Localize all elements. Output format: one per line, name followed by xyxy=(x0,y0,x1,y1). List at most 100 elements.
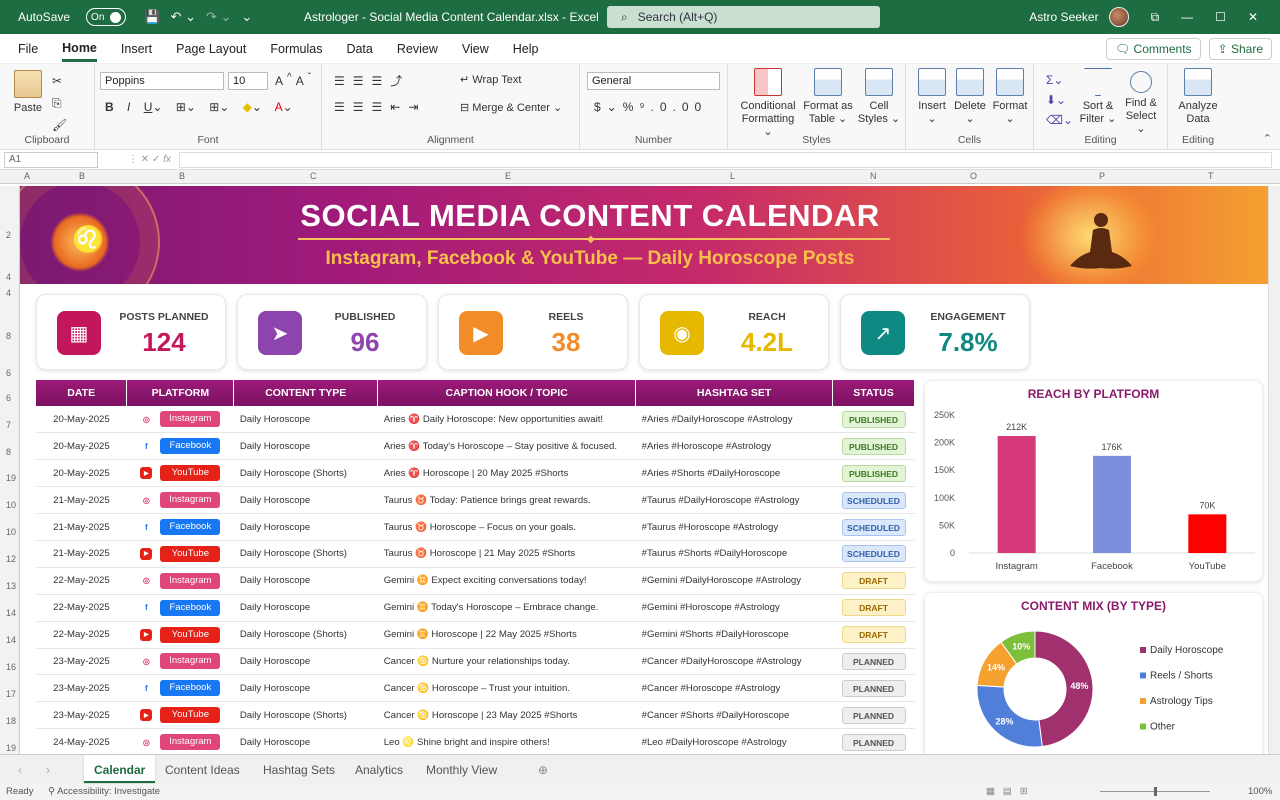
date-cell[interactable]: 21-May-2025 xyxy=(36,486,127,515)
hashtag-cell[interactable]: #Gemini #Shorts #DailyHoroscope xyxy=(635,621,833,649)
col-header[interactable]: P xyxy=(1099,171,1105,181)
sort-filter-button[interactable]: Sort & Filter ⌄ xyxy=(1078,68,1118,126)
row-header[interactable]: 6 xyxy=(6,393,11,403)
caption-cell[interactable]: Leo ♌ Shine bright and inspire others! xyxy=(377,728,636,754)
row-header[interactable]: 19 xyxy=(6,473,16,483)
collapse-ribbon-icon[interactable]: ⌃ xyxy=(1263,132,1272,145)
content-type-cell[interactable]: Daily Horoscope (Shorts) xyxy=(233,701,378,730)
date-cell[interactable]: 21-May-2025 xyxy=(36,513,127,541)
date-cell[interactable]: 24-May-2025 xyxy=(36,728,127,754)
table-row[interactable]: 21-May-2025 ▶ YouTube Daily Horoscope (Shor… xyxy=(36,540,915,568)
cell-styles-button[interactable]: Cell Styles ⌄ xyxy=(856,68,902,126)
vertical-scrollbar[interactable] xyxy=(1268,186,1280,754)
view-mode-icons[interactable]: ▦ ▤ ⊞ xyxy=(986,786,1028,797)
status-cell[interactable]: PLANNED xyxy=(832,674,915,703)
status-cell[interactable]: PLANNED xyxy=(832,728,915,754)
platform-cell[interactable]: ▶ YouTube xyxy=(126,459,234,488)
cut-icon[interactable]: ✂ xyxy=(52,74,62,88)
content-type-cell[interactable]: Daily Horoscope xyxy=(233,406,378,434)
tab-home[interactable]: Home xyxy=(62,41,97,62)
date-cell[interactable]: 22-May-2025 xyxy=(36,621,127,649)
row-header[interactable]: 19 xyxy=(6,743,16,753)
header-caption[interactable]: CAPTION HOOK / TOPIC xyxy=(377,380,637,406)
format-as-table-button[interactable]: Format as Table ⌄ xyxy=(800,68,856,126)
content-type-cell[interactable]: Daily Horoscope xyxy=(233,594,378,622)
merge-center-button[interactable]: ⊟ Merge & Center ⌄ xyxy=(460,102,562,115)
table-row[interactable]: 22-May-2025 ▶ YouTube Daily Horoscope (Shor… xyxy=(36,621,915,649)
content-type-cell[interactable]: Daily Horoscope xyxy=(233,432,378,461)
col-header[interactable]: T xyxy=(1208,171,1214,181)
tab-help[interactable]: Help xyxy=(513,42,539,56)
status-cell[interactable]: DRAFT xyxy=(832,567,915,595)
vertical-align-buttons[interactable]: ☰☰☰⤴ xyxy=(334,72,410,89)
date-cell[interactable]: 22-May-2025 xyxy=(36,567,127,595)
row-header[interactable]: 13 xyxy=(6,581,16,591)
date-cell[interactable]: 23-May-2025 xyxy=(36,674,127,703)
date-cell[interactable]: 20-May-2025 xyxy=(36,406,127,434)
tab-page-layout[interactable]: Page Layout xyxy=(176,42,246,56)
caption-cell[interactable]: Cancer ♋ Horoscope – Trust your intuitio… xyxy=(377,674,636,703)
date-cell[interactable]: 20-May-2025 xyxy=(36,432,127,461)
table-row[interactable]: 23-May-2025 ◎ Instagram Daily Horoscope Canc… xyxy=(36,648,915,676)
save-icon[interactable]: 💾 xyxy=(144,9,160,25)
format-painter-icon[interactable]: 🖌 xyxy=(52,118,67,132)
close-icon[interactable]: ✕ xyxy=(1248,10,1258,24)
platform-cell[interactable]: ◎ Instagram xyxy=(126,486,234,515)
status-cell[interactable]: DRAFT xyxy=(832,621,915,649)
copy-icon[interactable]: ⎘ xyxy=(52,96,62,110)
horizontal-align-buttons[interactable]: ☰☰☰⇤⇥ xyxy=(334,100,426,114)
content-type-cell[interactable]: Daily Horoscope xyxy=(233,567,378,595)
col-header[interactable]: C xyxy=(310,171,317,181)
caption-cell[interactable]: Aries ♈ Horoscope | 20 May 2025 #Shorts xyxy=(377,459,636,488)
caption-cell[interactable]: Gemini ♊ Horoscope | 22 May 2025 #Shorts xyxy=(377,621,636,649)
worksheet[interactable]: ♌ SOCIAL MEDIA CONTENT CALENDAR ◆ Instag… xyxy=(20,186,1268,754)
row-header[interactable]: 6 xyxy=(6,368,11,378)
hashtag-cell[interactable]: #Aries #DailyHoroscope #Astrology xyxy=(635,406,833,434)
sheet-tab-calendar[interactable]: Calendar xyxy=(84,755,156,783)
content-type-cell[interactable]: Daily Horoscope (Shorts) xyxy=(233,459,378,488)
row-header[interactable]: 16 xyxy=(6,662,16,672)
paste-button[interactable]: Paste xyxy=(10,70,46,115)
status-cell[interactable]: PUBLISHED xyxy=(832,406,915,434)
hashtag-cell[interactable]: #Taurus #DailyHoroscope #Astrology xyxy=(635,486,833,515)
caption-cell[interactable]: Aries ♈ Today's Horoscope – Stay positiv… xyxy=(377,432,636,461)
table-row[interactable]: 22-May-2025 ◎ Instagram Daily Horoscope Gemi… xyxy=(36,567,915,595)
row-header[interactable]: 2 xyxy=(6,230,11,240)
caption-cell[interactable]: Cancer ♋ Horoscope | 23 May 2025 #Shorts xyxy=(377,701,636,730)
status-cell[interactable]: PLANNED xyxy=(832,701,915,730)
zoom-slider-thumb[interactable] xyxy=(1154,787,1157,796)
hashtag-cell[interactable]: #Aries #Shorts #DailyHoroscope xyxy=(635,459,833,488)
platform-cell[interactable]: ◎ Instagram xyxy=(126,567,234,595)
row-header[interactable]: 7 xyxy=(6,420,11,430)
header-date[interactable]: DATE xyxy=(36,380,128,406)
tab-formulas[interactable]: Formulas xyxy=(270,42,322,56)
sheet-tab-analytics[interactable]: Analytics xyxy=(355,763,403,777)
col-header[interactable]: B xyxy=(179,171,185,181)
caption-cell[interactable]: Cancer ♋ Nurture your relationships toda… xyxy=(377,648,636,676)
hashtag-cell[interactable]: #Aries #Horoscope #Astrology xyxy=(635,432,833,461)
row-header[interactable]: 12 xyxy=(6,554,16,564)
platform-cell[interactable]: ◎ Instagram xyxy=(126,648,234,676)
table-row[interactable]: 21-May-2025 f Facebook Daily Horoscope Tauru… xyxy=(36,513,915,541)
date-cell[interactable]: 22-May-2025 xyxy=(36,594,127,622)
row-header[interactable]: 10 xyxy=(6,500,16,510)
number-format-buttons[interactable]: $⌄%⁹.0.00 xyxy=(594,100,707,114)
row-header[interactable]: 8 xyxy=(6,447,11,457)
add-sheet-icon[interactable]: ⊕ xyxy=(538,763,548,777)
editing-small-icons[interactable]: Σ⌄ ⬇⌄ ⌫⌄ xyxy=(1046,70,1073,130)
date-cell[interactable]: 23-May-2025 xyxy=(36,701,127,730)
caption-cell[interactable]: Gemini ♊ Expect exciting conversations t… xyxy=(377,567,636,595)
user-account[interactable]: Astro Seeker xyxy=(1029,7,1129,27)
number-format-select[interactable]: General xyxy=(587,72,720,90)
date-cell[interactable]: 20-May-2025 xyxy=(36,459,127,488)
tab-file[interactable]: File xyxy=(18,42,38,56)
accessibility-status[interactable]: ⚲ Accessibility: Investigate xyxy=(48,786,160,797)
hashtag-cell[interactable]: #Leo #DailyHoroscope #Astrology xyxy=(635,728,833,754)
row-header[interactable]: 14 xyxy=(6,635,16,645)
content-type-cell[interactable]: Daily Horoscope xyxy=(233,728,378,754)
status-cell[interactable]: PUBLISHED xyxy=(832,432,915,461)
col-header[interactable]: E xyxy=(505,171,511,181)
platform-cell[interactable]: ▶ YouTube xyxy=(126,540,234,568)
next-sheet-icon[interactable]: › xyxy=(46,763,50,777)
conditional-formatting-button[interactable]: Conditional Formatting ⌄ xyxy=(738,68,798,139)
